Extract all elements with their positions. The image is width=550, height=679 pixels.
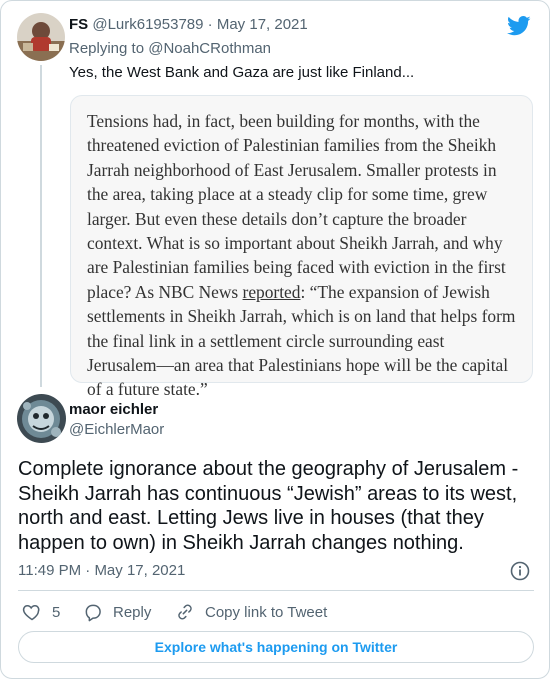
replying-to-line: Replying to @NoahCRothman	[69, 39, 271, 59]
reply-separator: ·	[207, 16, 213, 33]
thread-connector-line	[40, 65, 42, 387]
heart-icon	[22, 604, 40, 621]
quote-text-part1: Tensions had, in fact, been building for…	[87, 111, 506, 302]
reply-date[interactable]: May 17, 2021	[217, 16, 308, 33]
replying-to-mention[interactable]: @NoahCRothman	[148, 40, 271, 57]
actions-divider	[18, 590, 534, 591]
main-timestamp[interactable]: 11:49 PM · May 17, 2021	[18, 561, 185, 581]
like-count: 5	[52, 603, 61, 621]
main-time: 11:49 PM	[18, 562, 82, 579]
link-icon	[178, 604, 192, 620]
main-separator: ·	[85, 562, 91, 579]
reply-tweet-header: FS @Lurk61953789 · May 17, 2021	[69, 15, 308, 35]
info-icon[interactable]	[510, 561, 530, 581]
main-display-name[interactable]: maor eichler	[69, 400, 158, 420]
reply-display-name[interactable]: FS	[69, 16, 88, 33]
like-button[interactable]: 5	[22, 601, 60, 623]
reply-icon	[85, 604, 101, 622]
copy-link-label: Copy link to Tweet	[205, 603, 328, 621]
copy-link-button[interactable]: Copy link to Tweet	[175, 601, 327, 623]
main-date: May 17, 2021	[94, 562, 186, 579]
quoted-article-image[interactable]: Tensions had, in fact, been building for…	[70, 95, 533, 399]
explore-twitter-button[interactable]: Explore what's happening on Twitter	[18, 631, 534, 663]
main-tweet-text: Complete ignorance about the geography o…	[18, 458, 519, 554]
reply-handle[interactable]: @Lurk61953789	[92, 16, 203, 33]
avatar-maor-eichler[interactable]	[17, 394, 66, 443]
avatar-fs[interactable]	[17, 13, 65, 61]
reply-label: Reply	[113, 603, 152, 621]
replying-to-prefix: Replying to	[69, 40, 145, 57]
reply-tweet-text: Yes, the West Bank and Gaza are just lik…	[69, 64, 415, 81]
reply-button[interactable]: Reply	[83, 601, 151, 623]
quote-reported-link: reported	[242, 281, 301, 302]
twitter-bird-icon[interactable]	[507, 15, 531, 37]
embedded-tweet-card: FS @Lurk61953789 · May 17, 2021 Replying…	[0, 0, 550, 679]
quoted-article-text: Tensions had, in fact, been building for…	[87, 109, 516, 402]
main-handle[interactable]: @EichlerMaor	[69, 420, 164, 440]
